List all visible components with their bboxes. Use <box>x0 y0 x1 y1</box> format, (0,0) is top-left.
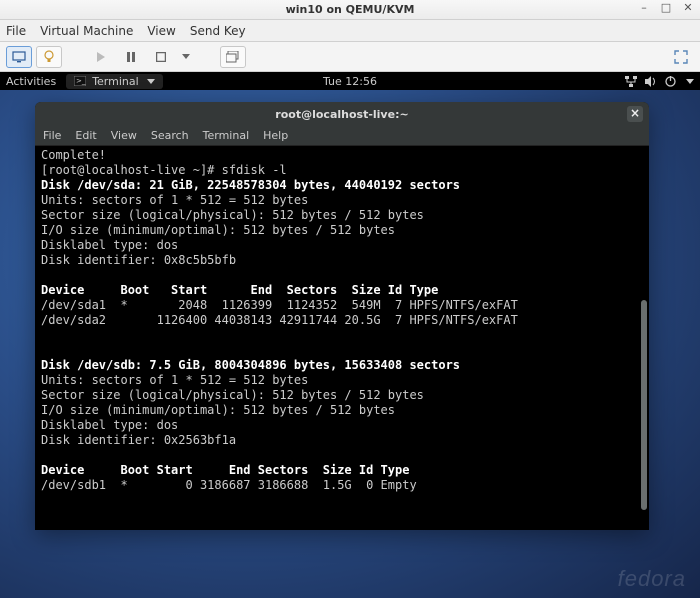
chevron-down-icon[interactable] <box>686 79 694 84</box>
terminal-title-text: root@localhost-live:~ <box>275 108 408 121</box>
pause-icon <box>126 52 136 62</box>
svg-text:>_: >_ <box>76 77 86 85</box>
term-menu-edit[interactable]: Edit <box>75 129 96 142</box>
host-toolbar <box>0 42 700 72</box>
run-button[interactable] <box>88 46 114 68</box>
scrollbar-thumb[interactable] <box>641 300 647 510</box>
term-menu-terminal[interactable]: Terminal <box>203 129 250 142</box>
host-menu-vm[interactable]: Virtual Machine <box>40 24 133 38</box>
fullscreen-icon <box>674 50 688 64</box>
clock-label[interactable]: Tue 12:56 <box>323 75 377 88</box>
terminal-icon: >_ <box>74 76 86 86</box>
terminal-scrollbar[interactable] <box>641 150 647 525</box>
shutdown-menu-button[interactable] <box>178 46 194 68</box>
power-icon[interactable] <box>665 76 676 87</box>
app-menu-button[interactable]: >_ Terminal <box>66 74 163 89</box>
host-maximize-button[interactable]: □ <box>660 2 672 14</box>
monitor-icon <box>12 51 26 63</box>
host-menu-sendkey[interactable]: Send Key <box>190 24 246 38</box>
host-titlebar: win10 on QEMU/KVM – □ ✕ <box>0 0 700 20</box>
terminal-close-button[interactable]: × <box>627 106 643 122</box>
terminal-output[interactable]: Complete! [root@localhost-live ~]# sfdis… <box>35 146 649 530</box>
terminal-window: root@localhost-live:~ × File Edit View S… <box>35 102 649 530</box>
term-menu-file[interactable]: File <box>43 129 61 142</box>
shutdown-button[interactable] <box>148 46 174 68</box>
terminal-menubar: File Edit View Search Terminal Help <box>35 126 649 146</box>
guest-topbar: Activities >_ Terminal Tue 12:56 <box>0 72 700 90</box>
stop-icon <box>156 52 166 62</box>
term-menu-view[interactable]: View <box>111 129 137 142</box>
guest-desktop: Activities >_ Terminal Tue 12:56 root@lo… <box>0 72 700 598</box>
details-button[interactable] <box>36 46 62 68</box>
host-close-button[interactable]: ✕ <box>682 2 694 14</box>
network-icon[interactable] <box>625 76 637 87</box>
host-minimize-button[interactable]: – <box>638 2 650 14</box>
play-icon <box>96 52 106 62</box>
term-menu-search[interactable]: Search <box>151 129 189 142</box>
terminal-titlebar[interactable]: root@localhost-live:~ × <box>35 102 649 126</box>
chevron-down-icon <box>147 79 155 84</box>
host-window-title: win10 on QEMU/KVM <box>286 3 415 16</box>
app-menu-label: Terminal <box>92 75 139 88</box>
volume-icon[interactable] <box>645 76 657 87</box>
snapshots-icon <box>226 51 240 63</box>
host-menu-file[interactable]: File <box>6 24 26 38</box>
chevron-down-icon <box>182 54 190 59</box>
term-menu-help[interactable]: Help <box>263 129 288 142</box>
fullscreen-button[interactable] <box>668 46 694 68</box>
activities-button[interactable]: Activities <box>6 75 56 88</box>
pause-button[interactable] <box>118 46 144 68</box>
host-menubar: File Virtual Machine View Send Key <box>0 20 700 42</box>
snapshots-button[interactable] <box>220 46 246 68</box>
host-menu-view[interactable]: View <box>147 24 175 38</box>
distro-watermark: fedora <box>618 566 686 592</box>
console-button[interactable] <box>6 46 32 68</box>
bulb-icon <box>44 50 54 64</box>
